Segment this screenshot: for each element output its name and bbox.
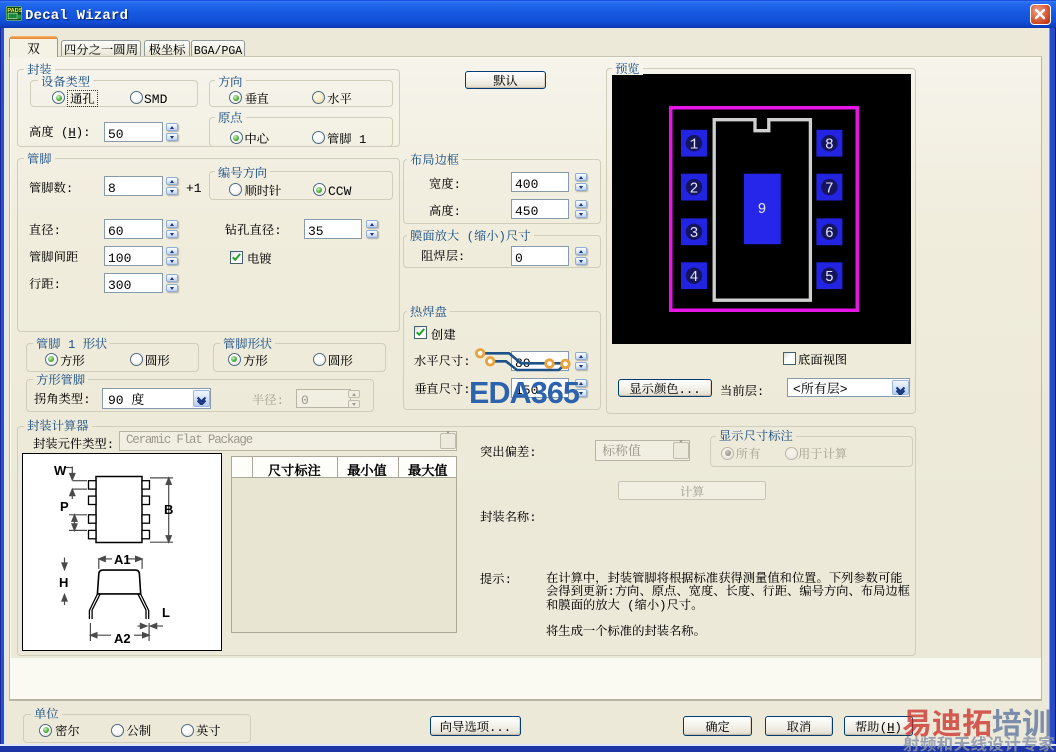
svg-text:4: 4 — [690, 270, 699, 286]
svg-text:5: 5 — [825, 270, 834, 286]
svg-text:A2: A2 — [114, 631, 131, 646]
svg-text:9: 9 — [758, 202, 767, 218]
svg-text:W: W — [54, 463, 67, 478]
svg-text:P: P — [60, 499, 69, 514]
svg-text:7: 7 — [825, 182, 834, 198]
svg-text:A1: A1 — [114, 552, 131, 567]
svg-text:H: H — [59, 575, 68, 590]
svg-text:3: 3 — [690, 226, 699, 242]
svg-text:1: 1 — [690, 138, 699, 154]
svg-text:EDA365: EDA365 — [469, 376, 580, 410]
svg-text:L: L — [162, 605, 170, 620]
svg-text:8: 8 — [825, 138, 834, 154]
svg-text:B: B — [164, 502, 173, 517]
svg-text:6: 6 — [825, 226, 834, 242]
svg-text:2: 2 — [690, 182, 699, 198]
